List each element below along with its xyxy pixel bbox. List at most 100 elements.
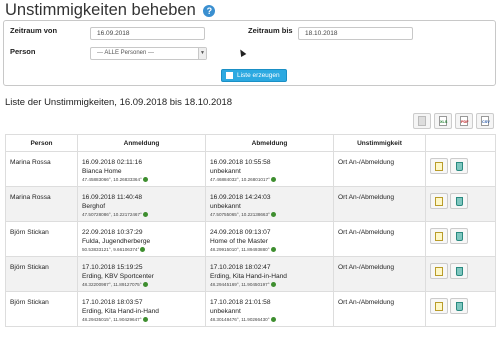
table-row: Marina Rossa 16.09.2018 11:40:48 Berghof 47… <box>5 186 496 222</box>
logout-place: unbekannt <box>210 203 241 210</box>
login-time: 16.09.2018 11:40:48 <box>82 194 143 201</box>
edit-icon <box>435 197 443 206</box>
globe-icon[interactable] <box>270 247 276 252</box>
logout-time: 17.10.2018 18:02:47 <box>210 264 271 271</box>
export-xls-button[interactable]: XLS <box>434 113 452 129</box>
edit-disabled-button[interactable] <box>413 113 431 129</box>
delete-row-button[interactable] <box>450 193 468 209</box>
export-toolbar: XLS PDF CSV <box>413 113 494 129</box>
edit-icon <box>435 302 443 311</box>
globe-icon[interactable] <box>140 247 146 252</box>
column-header-logout[interactable]: Abmeldung <box>205 134 334 152</box>
create-list-button[interactable]: Liste erzeugen <box>221 69 287 82</box>
globe-icon[interactable] <box>142 212 148 217</box>
logout-time: 17.10.2018 21:01:58 <box>210 299 271 306</box>
cell-issue: Ort An-/Abmeldung <box>333 291 426 327</box>
trash-icon <box>456 197 463 206</box>
logout-place: unbekannt <box>210 308 241 315</box>
page-title-text: Unstimmigkeiten beheben <box>5 1 196 19</box>
trash-icon <box>456 232 463 241</box>
cell-issue: Ort An-/Abmeldung <box>333 221 426 257</box>
globe-icon[interactable] <box>270 282 276 287</box>
cell-issue: Ort An-/Abmeldung <box>333 151 426 187</box>
logout-time: 16.09.2018 14:24:03 <box>210 194 271 201</box>
globe-icon[interactable] <box>270 317 276 322</box>
cell-person: Björn Stickan <box>5 221 78 257</box>
person-name: Björn Stickan <box>10 229 49 236</box>
help-icon[interactable]: ? <box>203 5 216 17</box>
page-title: Unstimmigkeiten beheben ? <box>5 1 216 20</box>
xls-icon: XLS <box>439 116 447 126</box>
issue-text: Ort An-/Abmeldung <box>338 194 395 201</box>
delete-row-button[interactable] <box>450 228 468 244</box>
globe-icon[interactable] <box>142 177 148 182</box>
cell-actions <box>425 186 496 222</box>
logout-coords: 47.50755065°, 10.22138663° <box>210 212 270 217</box>
trash-icon <box>456 162 463 171</box>
delete-row-button[interactable] <box>450 298 468 314</box>
issue-text: Ort An-/Abmeldung <box>338 299 395 306</box>
list-title: Liste der Unstimmigkeiten, 16.09.2018 bi… <box>5 97 233 108</box>
issue-text: Ort An-/Abmeldung <box>338 159 395 166</box>
person-name: Marina Rossa <box>10 159 51 166</box>
cell-logout: 16.09.2018 14:24:03 unbekannt 47.50755065°… <box>205 186 334 222</box>
trash-icon <box>456 267 463 276</box>
column-header-actions <box>425 134 496 152</box>
edit-row-button[interactable] <box>430 193 448 209</box>
edit-row-button[interactable] <box>430 158 448 174</box>
table-row: Björn Stickan 17.10.2018 15:19:25 Erding, … <box>5 256 496 292</box>
cell-login: 22.09.2018 10:37:29 Fulda, Jugendherberge… <box>77 221 206 257</box>
cell-issue: Ort An-/Abmeldung <box>333 256 426 292</box>
person-select[interactable]: --- ALLE Personen --- ▼ <box>90 47 207 60</box>
logout-place: Home of the Master <box>210 238 268 245</box>
delete-row-button[interactable] <box>450 263 468 279</box>
pdf-icon: PDF <box>460 116 469 126</box>
filter-panel: Zeitraum von 16.09.2018 Zeitraum bis 18.… <box>3 20 496 86</box>
person-select-value: --- ALLE Personen --- <box>97 50 155 56</box>
to-date-input[interactable]: 18.10.2018 <box>298 27 413 40</box>
issue-text: Ort An-/Abmeldung <box>338 264 395 271</box>
logout-time: 24.09.2018 09:13:07 <box>210 229 271 236</box>
export-pdf-button[interactable]: PDF <box>455 113 473 129</box>
cell-login: 17.10.2018 18:03:57 Erding, Kita Hand-in-… <box>77 291 206 327</box>
from-label: Zeitraum von <box>10 26 58 35</box>
logout-coords: 48.30148476°, 11.90266430° <box>210 317 270 322</box>
cell-login: 16.09.2018 11:40:48 Berghof 47.50728086°, … <box>77 186 206 222</box>
person-name: Björn Stickan <box>10 299 49 306</box>
cell-logout: 16.09.2018 10:55:58 unbekannt 47.46884032°… <box>205 151 334 187</box>
chevron-down-icon[interactable]: ▼ <box>198 48 206 59</box>
person-name: Marina Rossa <box>10 194 51 201</box>
logout-coords: 47.46884032°, 10.26801017° <box>210 177 270 182</box>
logout-place: Erding, Kita Hand-in-Hand <box>210 273 287 280</box>
pencil-icon <box>418 116 426 126</box>
edit-row-button[interactable] <box>430 263 448 279</box>
table-row: Björn Stickan 22.09.2018 10:37:29 Fulda, J… <box>5 221 496 257</box>
from-date-input[interactable]: 16.09.2018 <box>90 27 205 40</box>
globe-icon[interactable] <box>142 282 148 287</box>
login-place: Erding, KBV Sportcenter <box>82 273 154 280</box>
login-coords: 48.29435015°, 11.90429647° <box>82 317 142 322</box>
login-coords: 48.32200987°, 11.89127075° <box>82 282 142 287</box>
delete-row-button[interactable] <box>450 158 468 174</box>
column-header-person[interactable]: Person <box>5 134 78 152</box>
table-row: Marina Rossa 16.09.2018 02:11:16 Bianca Ho… <box>5 151 496 187</box>
edit-row-button[interactable] <box>430 228 448 244</box>
cell-person: Marina Rossa <box>5 151 78 187</box>
cell-actions <box>425 256 496 292</box>
list-icon <box>226 72 233 79</box>
login-time: 17.10.2018 18:03:57 <box>82 299 143 306</box>
globe-icon[interactable] <box>142 317 148 322</box>
edit-icon <box>435 232 443 241</box>
globe-icon[interactable] <box>270 177 276 182</box>
globe-icon[interactable] <box>270 212 276 217</box>
column-header-issue[interactable]: Unstimmigkeit <box>333 134 426 152</box>
login-place: Bianca Home <box>82 168 122 175</box>
export-csv-button[interactable]: CSV <box>476 113 494 129</box>
discrepancy-table: Person Anmeldung Abmeldung Unstimmigkeit… <box>5 134 496 327</box>
cell-actions <box>425 151 496 187</box>
table-row: Björn Stickan 17.10.2018 18:03:57 Erding, … <box>5 291 496 327</box>
column-header-login[interactable]: Anmeldung <box>77 134 206 152</box>
edit-row-button[interactable] <box>430 298 448 314</box>
login-place: Fulda, Jugendherberge <box>82 238 151 245</box>
cell-person: Björn Stickan <box>5 256 78 292</box>
